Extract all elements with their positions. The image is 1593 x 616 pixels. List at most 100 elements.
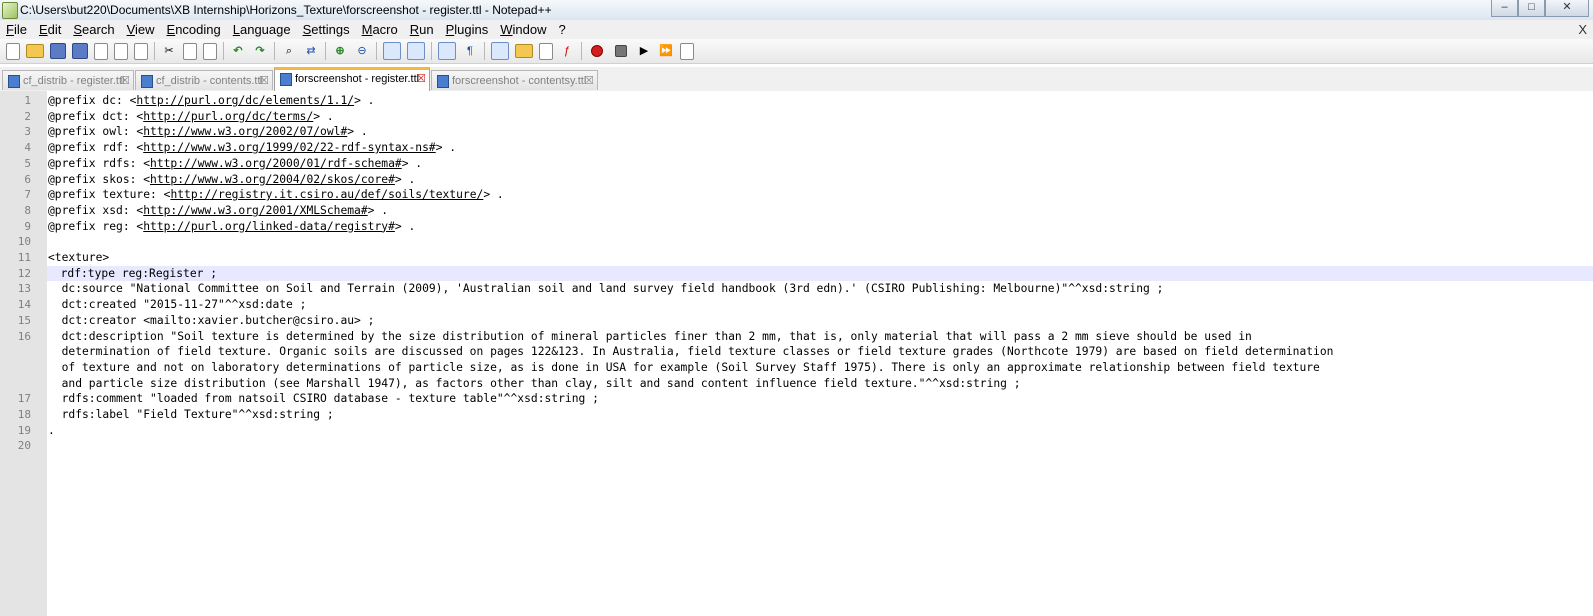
code-line[interactable]: dc:source "National Committee on Soil an… <box>48 281 1164 297</box>
save-icon[interactable] <box>50 43 66 59</box>
save-all-icon[interactable] <box>72 43 88 59</box>
title-bar: C:\Users\but220\Documents\XB Internship\… <box>0 0 1593 21</box>
line-number: 5 <box>24 156 31 170</box>
tab-label: cf_distrib - register.ttl <box>23 75 125 87</box>
code-line[interactable]: @prefix dc: <http://purl.org/dc/elements… <box>48 93 374 109</box>
line-number: 13 <box>17 282 31 296</box>
menu-file[interactable]: File <box>0 20 33 39</box>
menu-bar: File Edit Search View Encoding Language … <box>0 20 1593 39</box>
code-line[interactable]: rdfs:comment "loaded from natsoil CSIRO … <box>48 391 599 407</box>
code-line[interactable]: @prefix skos: <http://www.w3.org/2004/02… <box>48 172 415 188</box>
line-number-gutter[interactable]: 1 2 3 4 5 6 7 8 9 10 11 12 13 14 15 16 17 18 19 20 <box>0 91 47 616</box>
word-wrap-icon[interactable] <box>438 42 456 60</box>
close-file-icon[interactable] <box>94 42 108 60</box>
code-line[interactable]: determination of field texture. Organic … <box>48 344 1334 360</box>
toolbar-separator <box>154 42 155 60</box>
run-macro-multiple-icon[interactable]: ⏩ <box>658 43 674 59</box>
zoom-in-icon[interactable]: ⊕ <box>332 43 348 59</box>
toolbar-separator <box>223 42 224 60</box>
line-number: 18 <box>17 408 31 421</box>
minimize-button[interactable]: – <box>1491 0 1518 17</box>
code-line[interactable]: @prefix reg: <http://purl.org/linked-dat… <box>48 219 415 235</box>
save-macro-icon[interactable] <box>680 42 694 60</box>
line-number: 20 <box>17 439 31 453</box>
toolbar-separator <box>484 42 485 60</box>
copy-icon[interactable] <box>183 42 197 60</box>
document-map-icon[interactable] <box>539 42 553 60</box>
menu-help[interactable]: ? <box>552 20 571 39</box>
new-file-icon[interactable] <box>6 42 20 60</box>
menu-encoding[interactable]: Encoding <box>161 20 227 39</box>
line-number: 7 <box>24 188 31 202</box>
open-file-icon[interactable] <box>26 44 44 58</box>
close-all-icon[interactable] <box>114 42 128 60</box>
menu-window[interactable]: Window <box>494 20 552 39</box>
notepad-plus-plus-app-icon[interactable] <box>2 2 18 19</box>
start-recording-icon[interactable] <box>591 45 603 57</box>
redo-icon[interactable]: ↷ <box>252 43 268 59</box>
code-line[interactable]: . <box>48 423 55 439</box>
tab-close-icon[interactable]: ☒ <box>584 71 594 91</box>
code-line[interactable]: @prefix xsd: <http://www.w3.org/2001/XML… <box>48 203 388 219</box>
line-number: 4 <box>24 141 31 155</box>
code-line[interactable]: <texture> <box>48 250 109 266</box>
undo-icon[interactable]: ↶ <box>230 43 246 59</box>
close-window-button[interactable]: ✕ <box>1545 0 1589 17</box>
line-number: 12 <box>17 266 31 280</box>
tab-forscreenshot-register[interactable]: forscreenshot - register.ttl ☒ <box>274 67 430 91</box>
document-icon <box>8 75 20 88</box>
user-defined-language-icon[interactable] <box>515 44 533 58</box>
code-line[interactable]: dct:description "Soil texture is determi… <box>48 329 1252 345</box>
line-number: 8 <box>24 203 31 217</box>
tab-cf-distrib-register[interactable]: cf_distrib - register.ttl ☒ <box>2 70 134 90</box>
code-line[interactable]: dct:creator <mailto:xavier.butcher@csiro… <box>48 313 375 329</box>
code-line[interactable]: @prefix owl: <http://www.w3.org/2002/07/… <box>48 124 368 140</box>
menu-edit[interactable]: Edit <box>33 20 67 39</box>
indent-guide-icon[interactable] <box>491 42 509 60</box>
print-icon[interactable] <box>134 42 148 60</box>
menu-run[interactable]: Run <box>404 20 440 39</box>
code-line[interactable]: rdf:type reg:Register ; <box>47 265 1593 282</box>
paste-icon[interactable] <box>203 42 217 60</box>
tab-close-icon[interactable]: ☒ <box>120 71 130 91</box>
line-number: 16 <box>17 329 31 343</box>
document-icon <box>141 75 153 88</box>
tab-forscreenshot-contentsy[interactable]: forscreenshot - contentsy.ttl ☒ <box>431 70 598 90</box>
tab-bar: cf_distrib - register.ttl ☒ cf_distrib -… <box>0 67 1593 92</box>
tab-close-icon[interactable]: ☒ <box>259 71 269 91</box>
line-number: 1 <box>24 94 31 107</box>
show-all-characters-icon[interactable]: ¶ <box>462 43 478 59</box>
line-number: 19 <box>17 423 31 437</box>
line-number: 6 <box>24 172 31 186</box>
code-line[interactable]: dct:created "2015-11-27"^^xsd:date ; <box>48 297 307 313</box>
menu-search[interactable]: Search <box>67 20 120 39</box>
line-number: 14 <box>17 298 31 312</box>
menu-view[interactable]: View <box>121 20 161 39</box>
menu-settings[interactable]: Settings <box>297 20 356 39</box>
code-line[interactable]: @prefix rdfs: <http://www.w3.org/2000/01… <box>48 156 422 172</box>
cut-icon[interactable]: ✂ <box>161 43 177 59</box>
menu-plugins[interactable]: Plugins <box>440 20 495 39</box>
function-list-icon[interactable]: ƒ <box>559 43 575 59</box>
replace-icon[interactable]: ⇄ <box>303 43 319 59</box>
code-line[interactable]: and particle size distribution (see Mars… <box>48 376 1021 392</box>
maximize-button[interactable]: □ <box>1518 0 1545 17</box>
code-line[interactable]: rdfs:label "Field Texture"^^xsd:string ; <box>48 407 334 423</box>
sync-horizontal-scroll-icon[interactable] <box>407 42 425 60</box>
stop-recording-icon[interactable] <box>615 45 627 57</box>
sync-vertical-scroll-icon[interactable] <box>383 42 401 60</box>
find-icon[interactable]: ⌕ <box>281 43 297 59</box>
document-icon <box>280 73 292 86</box>
code-line[interactable]: @prefix texture: <http://registry.it.csi… <box>48 187 504 203</box>
code-line[interactable]: @prefix rdf: <http://www.w3.org/1999/02/… <box>48 140 456 156</box>
tab-cf-distrib-contents[interactable]: cf_distrib - contents.ttl ☒ <box>135 70 273 90</box>
code-line[interactable]: @prefix dct: <http://purl.org/dc/terms/>… <box>48 109 334 125</box>
menu-language[interactable]: Language <box>227 20 297 39</box>
playback-icon[interactable]: ▶ <box>636 43 652 59</box>
zoom-out-icon[interactable]: ⊖ <box>354 43 370 59</box>
tab-close-icon[interactable]: ☒ <box>416 70 426 89</box>
menu-macro[interactable]: Macro <box>356 20 404 39</box>
text-editor[interactable]: @prefix dc: <http://purl.org/dc/elements… <box>47 91 1593 616</box>
code-line[interactable]: of texture and not on laboratory determi… <box>48 360 1320 376</box>
close-document-button[interactable]: X <box>1578 22 1587 37</box>
